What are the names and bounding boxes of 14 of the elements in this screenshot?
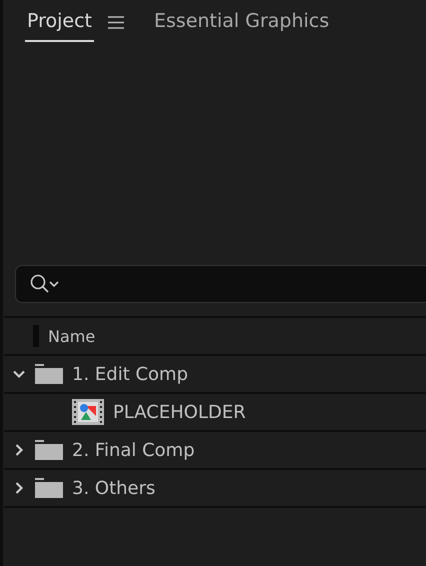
folder-icon xyxy=(35,478,63,498)
panel-tab[interactable]: Essential Graphics xyxy=(152,8,332,42)
search-icon[interactable] xyxy=(30,274,60,294)
composition-icon xyxy=(72,399,104,425)
search-field[interactable] xyxy=(15,265,426,303)
menu-icon[interactable] xyxy=(108,16,124,29)
item-name[interactable]: 1. Edit Comp xyxy=(72,364,188,384)
item-name[interactable]: 2. Final Comp xyxy=(72,440,195,460)
item-name[interactable]: PLACEHOLDER xyxy=(113,402,246,422)
panel-tab[interactable]: Project xyxy=(25,8,94,42)
folder-icon xyxy=(35,440,63,460)
folder-icon xyxy=(35,364,63,384)
item-name[interactable]: 3. Others xyxy=(72,478,156,498)
column-header[interactable]: Name xyxy=(48,326,96,346)
